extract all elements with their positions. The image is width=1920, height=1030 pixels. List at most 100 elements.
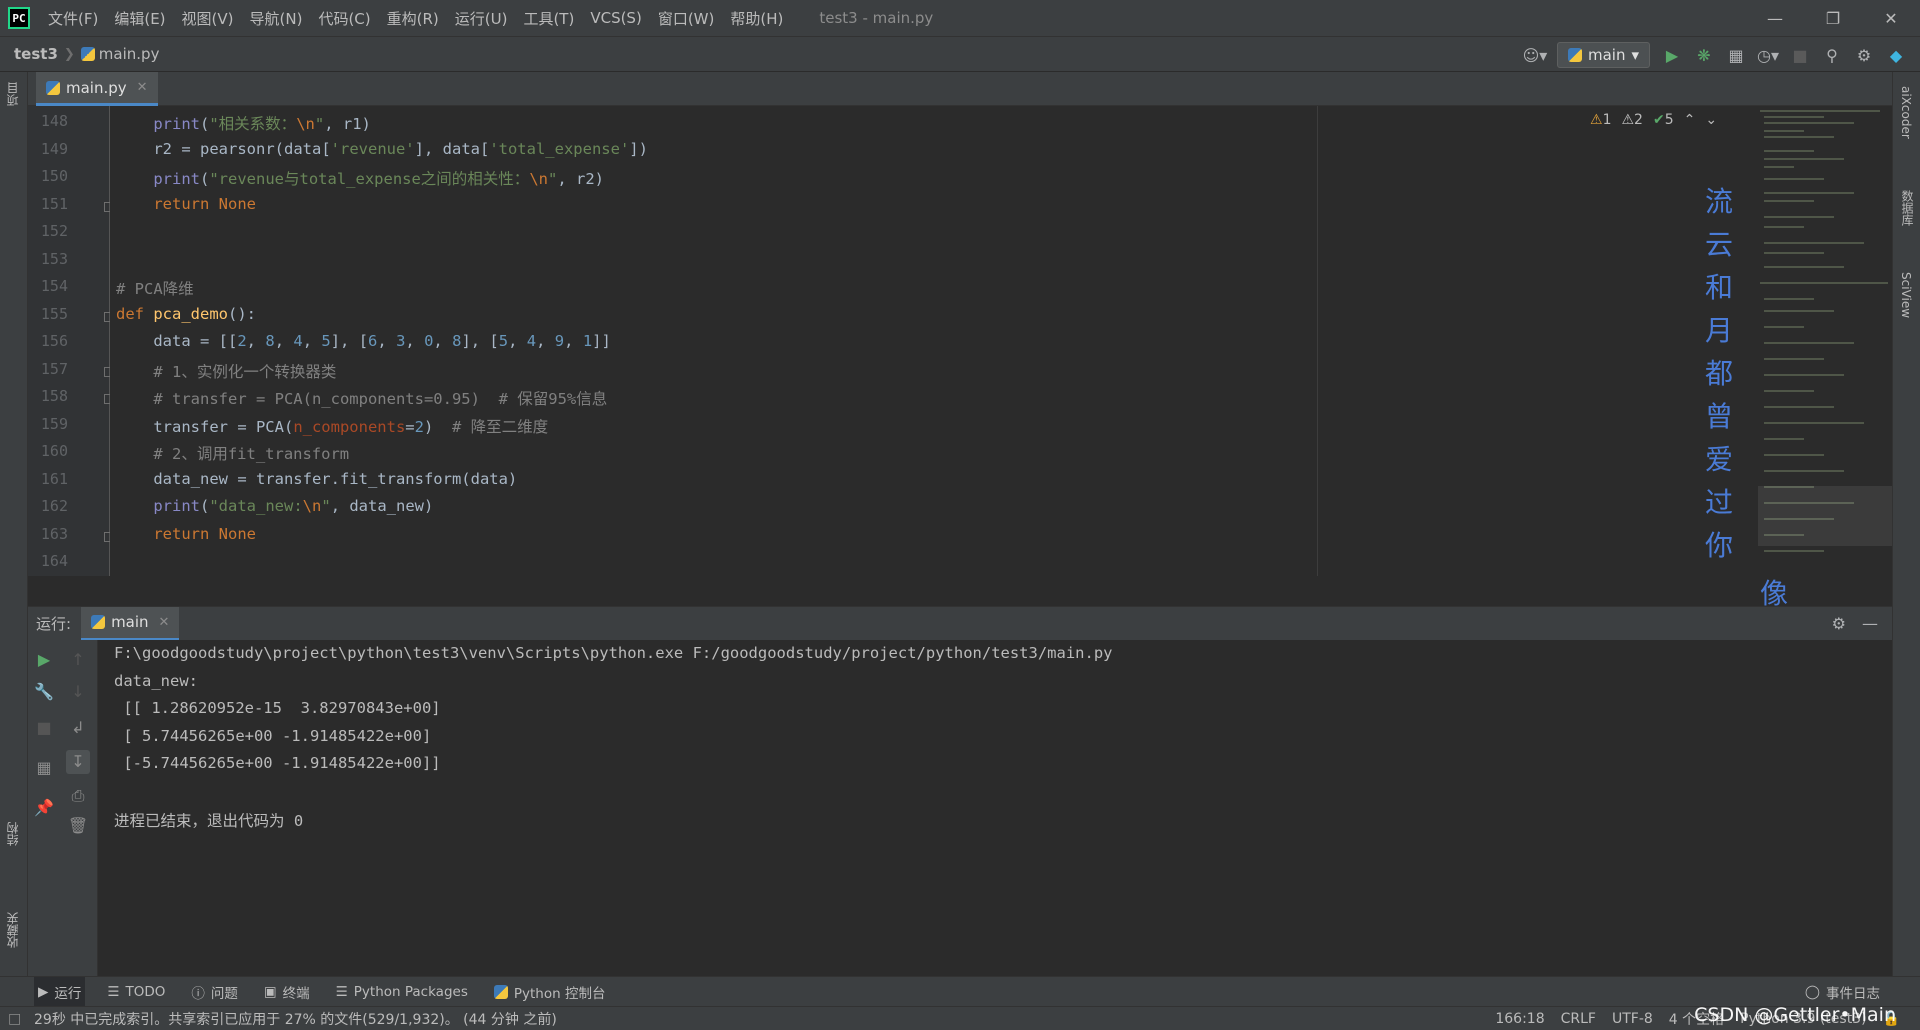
code-line: data_new = transfer.fit_transform(data) xyxy=(116,469,518,488)
csdn-watermark: CSDN @Gettler•Main xyxy=(1694,1004,1896,1026)
menu-help[interactable]: 帮助(H) xyxy=(722,8,791,29)
hide-panel-icon[interactable]: — xyxy=(1862,614,1878,633)
favorites-tool-tab[interactable]: 收藏夹 xyxy=(4,912,21,948)
menu-file[interactable]: 文件(F) xyxy=(40,8,106,29)
sciview-tool-tab[interactable]: SciView xyxy=(1899,272,1913,318)
menu-code[interactable]: 代码(C) xyxy=(310,8,378,29)
menu-tools[interactable]: 工具(T) xyxy=(515,8,582,29)
typo-count[interactable]: ✔5 xyxy=(1653,112,1674,128)
run-icon[interactable]: ▶ xyxy=(1656,39,1688,71)
database-tool-tab[interactable]: 数据库 xyxy=(1899,190,1916,226)
poem-char: 云 xyxy=(1705,228,1734,261)
menu-window[interactable]: 窗口(W) xyxy=(650,8,723,29)
run-tab-main[interactable]: main ✕ xyxy=(81,606,180,641)
line-number: 150 xyxy=(40,167,68,185)
window-title: test3 - main.py xyxy=(819,9,934,27)
soft-wrap-icon[interactable]: ↲ xyxy=(66,716,90,740)
stop-icon[interactable]: ■ xyxy=(32,716,56,740)
warning-count[interactable]: ⚠1 xyxy=(1590,112,1611,128)
code-line: # transfer = PCA(n_components=0.95) # 保留… xyxy=(153,390,608,408)
python-icon xyxy=(91,615,106,629)
breadcrumb-project[interactable]: test3 xyxy=(14,45,58,63)
line-separator[interactable]: CRLF xyxy=(1561,1011,1596,1027)
run-icon: ▶ xyxy=(38,983,49,1000)
status-message[interactable]: 29秒 中已完成索引。共享索引已应用于 27% 的文件(529/1,932)。 … xyxy=(34,1009,557,1029)
rerun-icon[interactable]: ▶ xyxy=(32,648,56,672)
profile-icon[interactable]: ◷▾ xyxy=(1752,39,1784,71)
terminal-icon: ▣ xyxy=(263,983,277,1000)
event-log-icon: ◯ xyxy=(1804,984,1820,1000)
stop-icon[interactable]: ■ xyxy=(1784,39,1816,71)
console-line: [ 5.74456265e+00 -1.91485422e+00] xyxy=(114,726,432,745)
console-line: data_new: xyxy=(114,671,198,690)
left-tool-strip: 项目 结构 收藏夹 xyxy=(0,72,28,1006)
breadcrumb-file[interactable]: main.py xyxy=(99,45,160,63)
inspection-widget[interactable]: ⚠1 ⚠2 ✔5 ⌃ ⌄ xyxy=(1590,112,1717,128)
gear-icon[interactable]: ⚙ xyxy=(1832,614,1846,633)
chevron-down-icon: ▾ xyxy=(1631,46,1639,64)
down-arrow-icon[interactable]: ↓ xyxy=(66,680,90,704)
code-minimap[interactable] xyxy=(1758,106,1892,576)
scroll-to-end-icon[interactable]: ↧ xyxy=(66,750,90,774)
restore-icon[interactable]: ❐ xyxy=(1804,0,1862,36)
poem-char: 都 xyxy=(1705,357,1734,390)
poem-char: 过 xyxy=(1705,486,1734,519)
close-tab-icon[interactable]: ✕ xyxy=(159,615,170,630)
layout-icon[interactable]: ▦ xyxy=(32,756,56,780)
python-icon xyxy=(1567,48,1582,62)
menu-refactor[interactable]: 重构(R) xyxy=(379,8,447,29)
run-console[interactable]: F:\goodgoodstudy\project\python\test3\ve… xyxy=(98,640,1892,976)
toolbar-actions: ☺▾ main ▾ ▶ ❋ ▦ ◷▾ ■ ⚲ ⚙ ◆ xyxy=(1519,37,1912,73)
code-editor[interactable]: print("相关系数：\n", r1) r2 = pearsonr(data[… xyxy=(110,106,1318,576)
event-log-tab[interactable]: ◯ 事件日志 xyxy=(1805,977,1880,1007)
tab-main-py[interactable]: main.py ✕ xyxy=(36,72,158,106)
warning-icon: ⚠ xyxy=(1590,112,1603,128)
run-config-label: main xyxy=(1587,46,1626,64)
poem-column-1: 流 云 和 月 都 曾 爱 过 你 xyxy=(1705,180,1733,567)
structure-tool-tab[interactable]: 结构 xyxy=(4,822,21,846)
plugin-icon[interactable]: ◆ xyxy=(1880,39,1912,71)
minimap-viewport[interactable] xyxy=(1758,486,1892,546)
aixcoder-tool-tab[interactable]: aiXcoder xyxy=(1899,86,1913,139)
menu-run[interactable]: 运行(U) xyxy=(447,8,516,29)
coverage-icon[interactable]: ▦ xyxy=(1720,39,1752,71)
caret-position[interactable]: 166:18 xyxy=(1495,1011,1544,1027)
run-panel-toolbar: ▶ ↑ 🔧 ↓ ■ ↲ ↧ ▦ ⎙ 📌 🗑 xyxy=(28,640,98,976)
toggle-tool-windows-icon[interactable]: □ xyxy=(8,1011,21,1027)
tab-python-packages[interactable]: ☰ Python Packages xyxy=(332,977,472,1007)
trash-icon[interactable]: 🗑 xyxy=(66,814,90,838)
close-tab-icon[interactable]: ✕ xyxy=(137,80,148,95)
menu-view[interactable]: 视图(V) xyxy=(174,8,242,29)
tab-python-console[interactable]: Python 控制台 xyxy=(490,977,610,1007)
close-icon[interactable]: ✕ xyxy=(1862,0,1920,36)
code-line: transfer = PCA(n_components=2) # 降至二维度 xyxy=(116,417,549,436)
debug-icon[interactable]: ❋ xyxy=(1688,39,1720,71)
menu-navigate[interactable]: 导航(N) xyxy=(242,8,311,29)
print-icon[interactable]: ⎙ xyxy=(66,784,90,808)
wrench-icon[interactable]: 🔧 xyxy=(32,680,56,704)
project-tool-tab[interactable]: 项目 xyxy=(4,82,21,106)
chevron-down-icon[interactable]: ⌄ xyxy=(1705,112,1717,128)
run-config-selector[interactable]: main ▾ xyxy=(1556,42,1650,68)
tab-terminal[interactable]: ▣ 终端 xyxy=(260,977,314,1007)
user-icon[interactable]: ☺▾ xyxy=(1519,39,1551,71)
status-bar: □ 29秒 中已完成索引。共享索引已应用于 27% 的文件(529/1,932)… xyxy=(0,1006,1920,1030)
weak-warning-count[interactable]: ⚠2 xyxy=(1621,112,1642,128)
menu-vcs[interactable]: VCS(S) xyxy=(582,9,649,27)
menu-edit[interactable]: 编辑(E) xyxy=(106,8,173,29)
search-icon[interactable]: ⚲ xyxy=(1816,39,1848,71)
breadcrumb-separator-icon: ❯ xyxy=(63,46,75,62)
settings-icon[interactable]: ⚙ xyxy=(1848,39,1880,71)
tab-run[interactable]: ▶ 运行 xyxy=(34,976,86,1007)
pin-icon[interactable]: 📌 xyxy=(32,796,56,820)
file-encoding[interactable]: UTF-8 xyxy=(1612,1011,1653,1027)
check-icon: ✔ xyxy=(1652,112,1665,128)
tab-problems[interactable]: ⓘ 问题 xyxy=(187,977,242,1007)
tab-todo[interactable]: ☰ TODO xyxy=(103,977,169,1007)
poem-char: 和 xyxy=(1705,271,1734,304)
line-number: 163 xyxy=(40,524,68,543)
chevron-up-icon[interactable]: ⌃ xyxy=(1684,112,1696,128)
line-number: 154 xyxy=(40,277,68,295)
up-arrow-icon[interactable]: ↑ xyxy=(66,648,90,672)
minimize-icon[interactable]: — xyxy=(1746,0,1804,36)
